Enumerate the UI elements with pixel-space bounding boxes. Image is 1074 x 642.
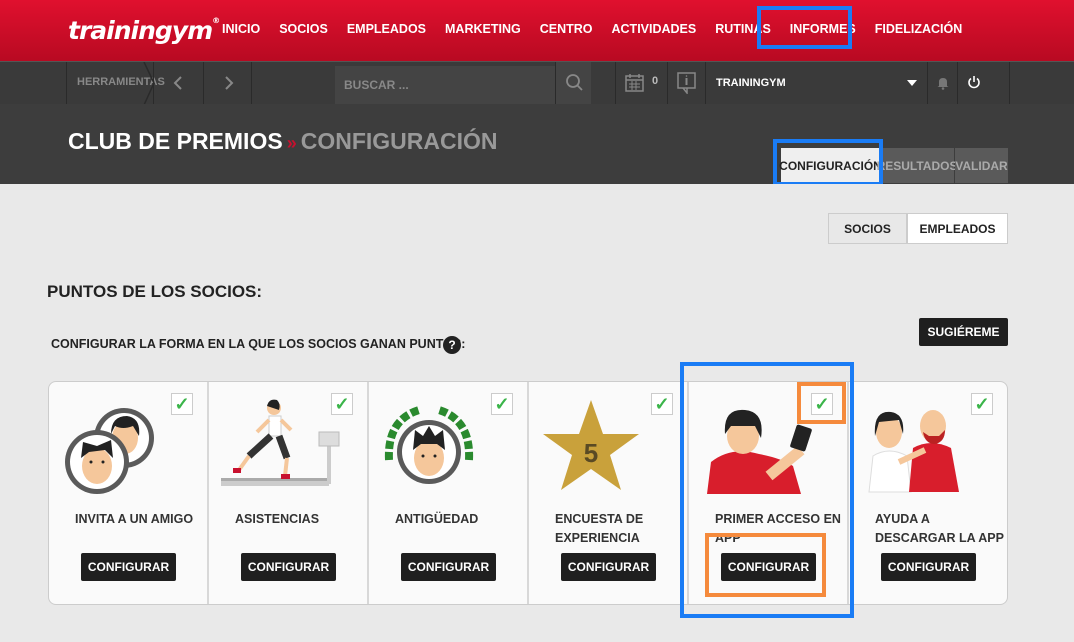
check-icon[interactable]: ✓ [171, 393, 193, 415]
page-title-sub: CONFIGURACIÓN [300, 128, 498, 154]
card-label: INVITA A UN AMIGO [75, 512, 194, 526]
chevron-right-icon [225, 76, 234, 90]
tab-validar[interactable]: VALIDAR [955, 148, 1008, 183]
download-help-illustration [868, 410, 959, 493]
highlight-configuracion-tab [773, 139, 883, 186]
calendar-icon [625, 74, 644, 92]
nav-inicio[interactable]: INICIO [222, 22, 260, 36]
card-ayuda-descargar: ✓ AYUDA A DESCARGAR LA APP CONFIGURAR [849, 382, 1007, 604]
nav-fidelizacion[interactable]: FIDELIZACIÓN [875, 22, 963, 36]
page-title-main: CLUB DE PREMIOS [68, 128, 283, 154]
tab-resultados[interactable]: RESULTADOS [877, 148, 957, 183]
card-label: AYUDA A DESCARGAR LA APP [875, 512, 1004, 545]
section-title: PUNTOS DE LOS SOCIOS: [47, 282, 263, 301]
invite-friend-illustration [65, 408, 154, 494]
highlight-configure-button [705, 533, 826, 597]
points-cards: ✓ INVITA A UN AMIGO CONFIGURAR ✓ ASISTEN… [48, 381, 1008, 605]
star-icon: 5 [543, 400, 639, 490]
center-name: TRAININGYM [716, 77, 786, 89]
info-icon [677, 72, 696, 94]
check-icon[interactable]: ✓ [651, 393, 673, 415]
highlight-fidelizacion [757, 6, 852, 49]
trainingym-logo[interactable]: trainingym® [68, 16, 220, 45]
power-icon [968, 76, 980, 89]
help-icon[interactable]: ? [443, 336, 461, 354]
bell-icon [937, 78, 949, 90]
nav-marketing[interactable]: MARKETING [445, 22, 521, 36]
segment-empleados[interactable]: EMPLEADOS [907, 213, 1008, 244]
back-button[interactable] [153, 62, 203, 105]
nav-centro[interactable]: CENTRO [540, 22, 593, 36]
tools-menu[interactable]: HERRAMIENTAS [66, 62, 165, 105]
configure-button[interactable]: CONFIGURAR [401, 553, 496, 581]
top-navbar: trainingym® INICIO SOCIOS EMPLEADOS MARK… [0, 0, 1074, 61]
page-title: CLUB DE PREMIOS» CONFIGURACIÓN [68, 128, 497, 155]
card-label: ENCUESTA DE EXPERIENCIA [555, 512, 644, 545]
calendar-button[interactable]: 0 [615, 62, 667, 105]
notifications-button[interactable] [927, 62, 957, 105]
toolbar: HERRAMIENTAS 0 [0, 61, 1074, 105]
suggest-button[interactable]: SUGIÉREME [919, 318, 1008, 346]
configure-button[interactable]: CONFIGURAR [881, 553, 976, 581]
card-label: ANTIGÜEDAD [395, 512, 479, 526]
configure-button[interactable]: CONFIGURAR [241, 553, 336, 581]
card-encuesta: ✓ 5 ENCUESTA DE EXPERIENCIA CONFIGURAR [529, 382, 689, 604]
card-antiguedad: ✓ ANTIGÜEDAD CONFIGURAR [369, 382, 529, 604]
breadcrumb-separator: » [286, 133, 297, 153]
treadmill-illustration [221, 399, 340, 486]
card-invita-amigo: ✓ INVITA A UN AMIGO CONFIGURAR [49, 382, 209, 604]
forward-button[interactable] [203, 62, 251, 105]
segment-socios[interactable]: SOCIOS [828, 213, 907, 244]
search-input[interactable] [335, 66, 555, 104]
card-label: ASISTENCIAS [235, 512, 320, 526]
search-icon [566, 74, 583, 91]
card-asistencias: ✓ ASISTENCIAS CONFIGURAR [209, 382, 369, 604]
calendar-count: 0 [652, 75, 659, 87]
chevron-left-icon [173, 76, 182, 90]
section-subtitle: CONFIGURAR LA FORMA EN LA QUE LOS SOCIOS… [51, 337, 466, 351]
star-badge-text: 5 [584, 438, 598, 468]
highlight-check [797, 382, 846, 424]
nav-actividades[interactable]: ACTIVIDADES [612, 22, 697, 36]
search-button[interactable] [555, 62, 591, 105]
nav-socios[interactable]: SOCIOS [279, 22, 328, 36]
info-button[interactable] [667, 62, 705, 105]
center-selector[interactable]: TRAININGYM [705, 62, 927, 105]
configure-button[interactable]: CONFIGURAR [561, 553, 656, 581]
configure-button[interactable]: CONFIGURAR [81, 553, 176, 581]
nav-empleados[interactable]: EMPLEADOS [347, 22, 426, 36]
laurel-wreath-illustration [384, 406, 474, 484]
caret-down-icon [907, 80, 917, 86]
check-icon[interactable]: ✓ [491, 393, 513, 415]
power-button[interactable] [957, 62, 1010, 105]
